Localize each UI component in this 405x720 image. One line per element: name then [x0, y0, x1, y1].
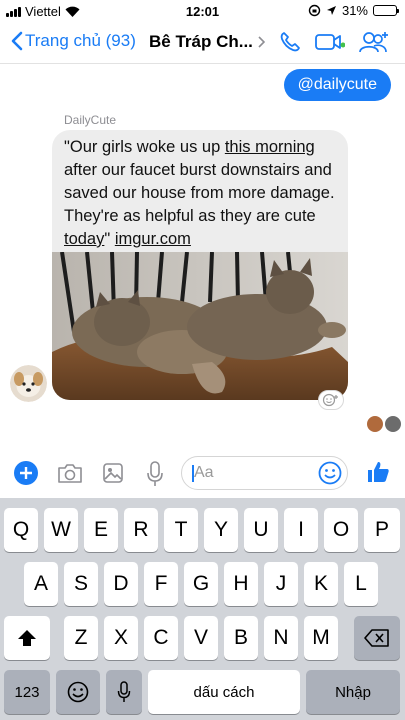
chevron-left-icon	[11, 31, 23, 51]
emoji-key[interactable]	[56, 670, 100, 714]
key[interactable]: H	[224, 562, 258, 606]
key[interactable]: L	[344, 562, 378, 606]
key[interactable]: T	[164, 508, 198, 552]
back-label: Trang chủ (93)	[25, 31, 136, 50]
key[interactable]: K	[304, 562, 338, 606]
shift-key[interactable]	[4, 616, 50, 660]
backspace-icon	[364, 629, 389, 647]
key[interactable]: C	[144, 616, 178, 660]
add-people-icon[interactable]	[359, 30, 391, 54]
battery-icon	[373, 5, 399, 16]
key[interactable]: B	[224, 616, 258, 660]
key[interactable]: M	[304, 616, 338, 660]
numbers-key[interactable]: 123	[4, 670, 50, 714]
orientation-lock-icon	[308, 4, 321, 17]
key[interactable]: W	[44, 508, 78, 552]
emoji-keyboard-icon	[67, 681, 89, 703]
sender-avatar[interactable]	[10, 365, 47, 402]
camera-icon[interactable]	[57, 463, 83, 484]
header-actions	[279, 30, 391, 54]
key[interactable]: A	[24, 562, 58, 606]
key[interactable]: S	[64, 562, 98, 606]
conversation-header: Trang chủ (93) Bê Tráp Ch...	[0, 22, 405, 64]
key[interactable]: N	[264, 616, 298, 660]
microphone-icon	[117, 681, 131, 702]
emoji-add-icon	[322, 393, 338, 407]
post-text-part: after our faucet burst downstairs and sa…	[64, 161, 335, 225]
back-button[interactable]: Trang chủ (93)	[10, 31, 136, 51]
sender-name: DailyCute	[64, 113, 117, 127]
space-key[interactable]: dấu cách	[148, 670, 300, 714]
dictation-key[interactable]	[106, 670, 142, 714]
key[interactable]: O	[324, 508, 358, 552]
post-text-part: "Our girls woke us up	[64, 138, 225, 156]
key[interactable]: R	[124, 508, 158, 552]
video-icon[interactable]	[315, 32, 345, 52]
key[interactable]: Z	[64, 616, 98, 660]
status-bar: Viettel 12:01 31%	[0, 0, 405, 22]
post-link-today[interactable]: today	[64, 230, 104, 248]
location-icon	[326, 6, 336, 15]
key[interactable]: P	[364, 508, 400, 552]
shared-post-text: "Our girls woke us up this morning after…	[52, 130, 348, 252]
outgoing-message[interactable]: @dailycute	[283, 69, 391, 101]
shift-icon	[18, 630, 36, 646]
image-icon[interactable]	[102, 462, 124, 484]
status-right: 31%	[308, 3, 399, 18]
message-input-field[interactable]	[181, 456, 348, 490]
key[interactable]: Q	[4, 508, 38, 552]
backspace-key[interactable]	[354, 616, 400, 660]
conversation-name: Bê Tráp Ch...	[149, 32, 253, 51]
post-text-part: "	[104, 230, 115, 248]
phone-icon[interactable]	[279, 31, 301, 53]
key[interactable]: Y	[204, 508, 238, 552]
key[interactable]: J	[264, 562, 298, 606]
shared-post-card[interactable]: "Our girls woke us up this morning after…	[52, 130, 348, 400]
battery-percent: 31%	[341, 3, 368, 18]
key[interactable]: I	[284, 508, 318, 552]
key[interactable]: F	[144, 562, 178, 606]
key[interactable]: U	[244, 508, 278, 552]
return-key[interactable]: Nhập	[306, 670, 400, 714]
emoji-icon[interactable]	[318, 461, 342, 485]
seen-avatar	[385, 416, 401, 432]
add-reaction-button[interactable]	[318, 390, 344, 410]
thumbs-up-icon[interactable]	[366, 460, 390, 484]
plus-icon[interactable]	[14, 461, 38, 485]
seen-indicators	[367, 416, 401, 432]
key[interactable]: V	[184, 616, 218, 660]
keyboard: Q W E R T Y U I O P A S D F G H J K L Z …	[0, 498, 405, 720]
post-link-source[interactable]: imgur.com	[115, 230, 191, 248]
message-input[interactable]	[194, 457, 314, 489]
post-link-morning[interactable]: this morning	[225, 138, 315, 156]
cats-photo[interactable]	[52, 252, 348, 400]
key[interactable]: G	[184, 562, 218, 606]
chevron-right-icon	[258, 36, 265, 48]
conversation-title[interactable]: Bê Tráp Ch...	[149, 32, 265, 52]
key[interactable]: X	[104, 616, 138, 660]
key[interactable]: D	[104, 562, 138, 606]
key[interactable]: E	[84, 508, 118, 552]
seen-avatar	[367, 416, 383, 432]
microphone-icon[interactable]	[146, 461, 164, 487]
